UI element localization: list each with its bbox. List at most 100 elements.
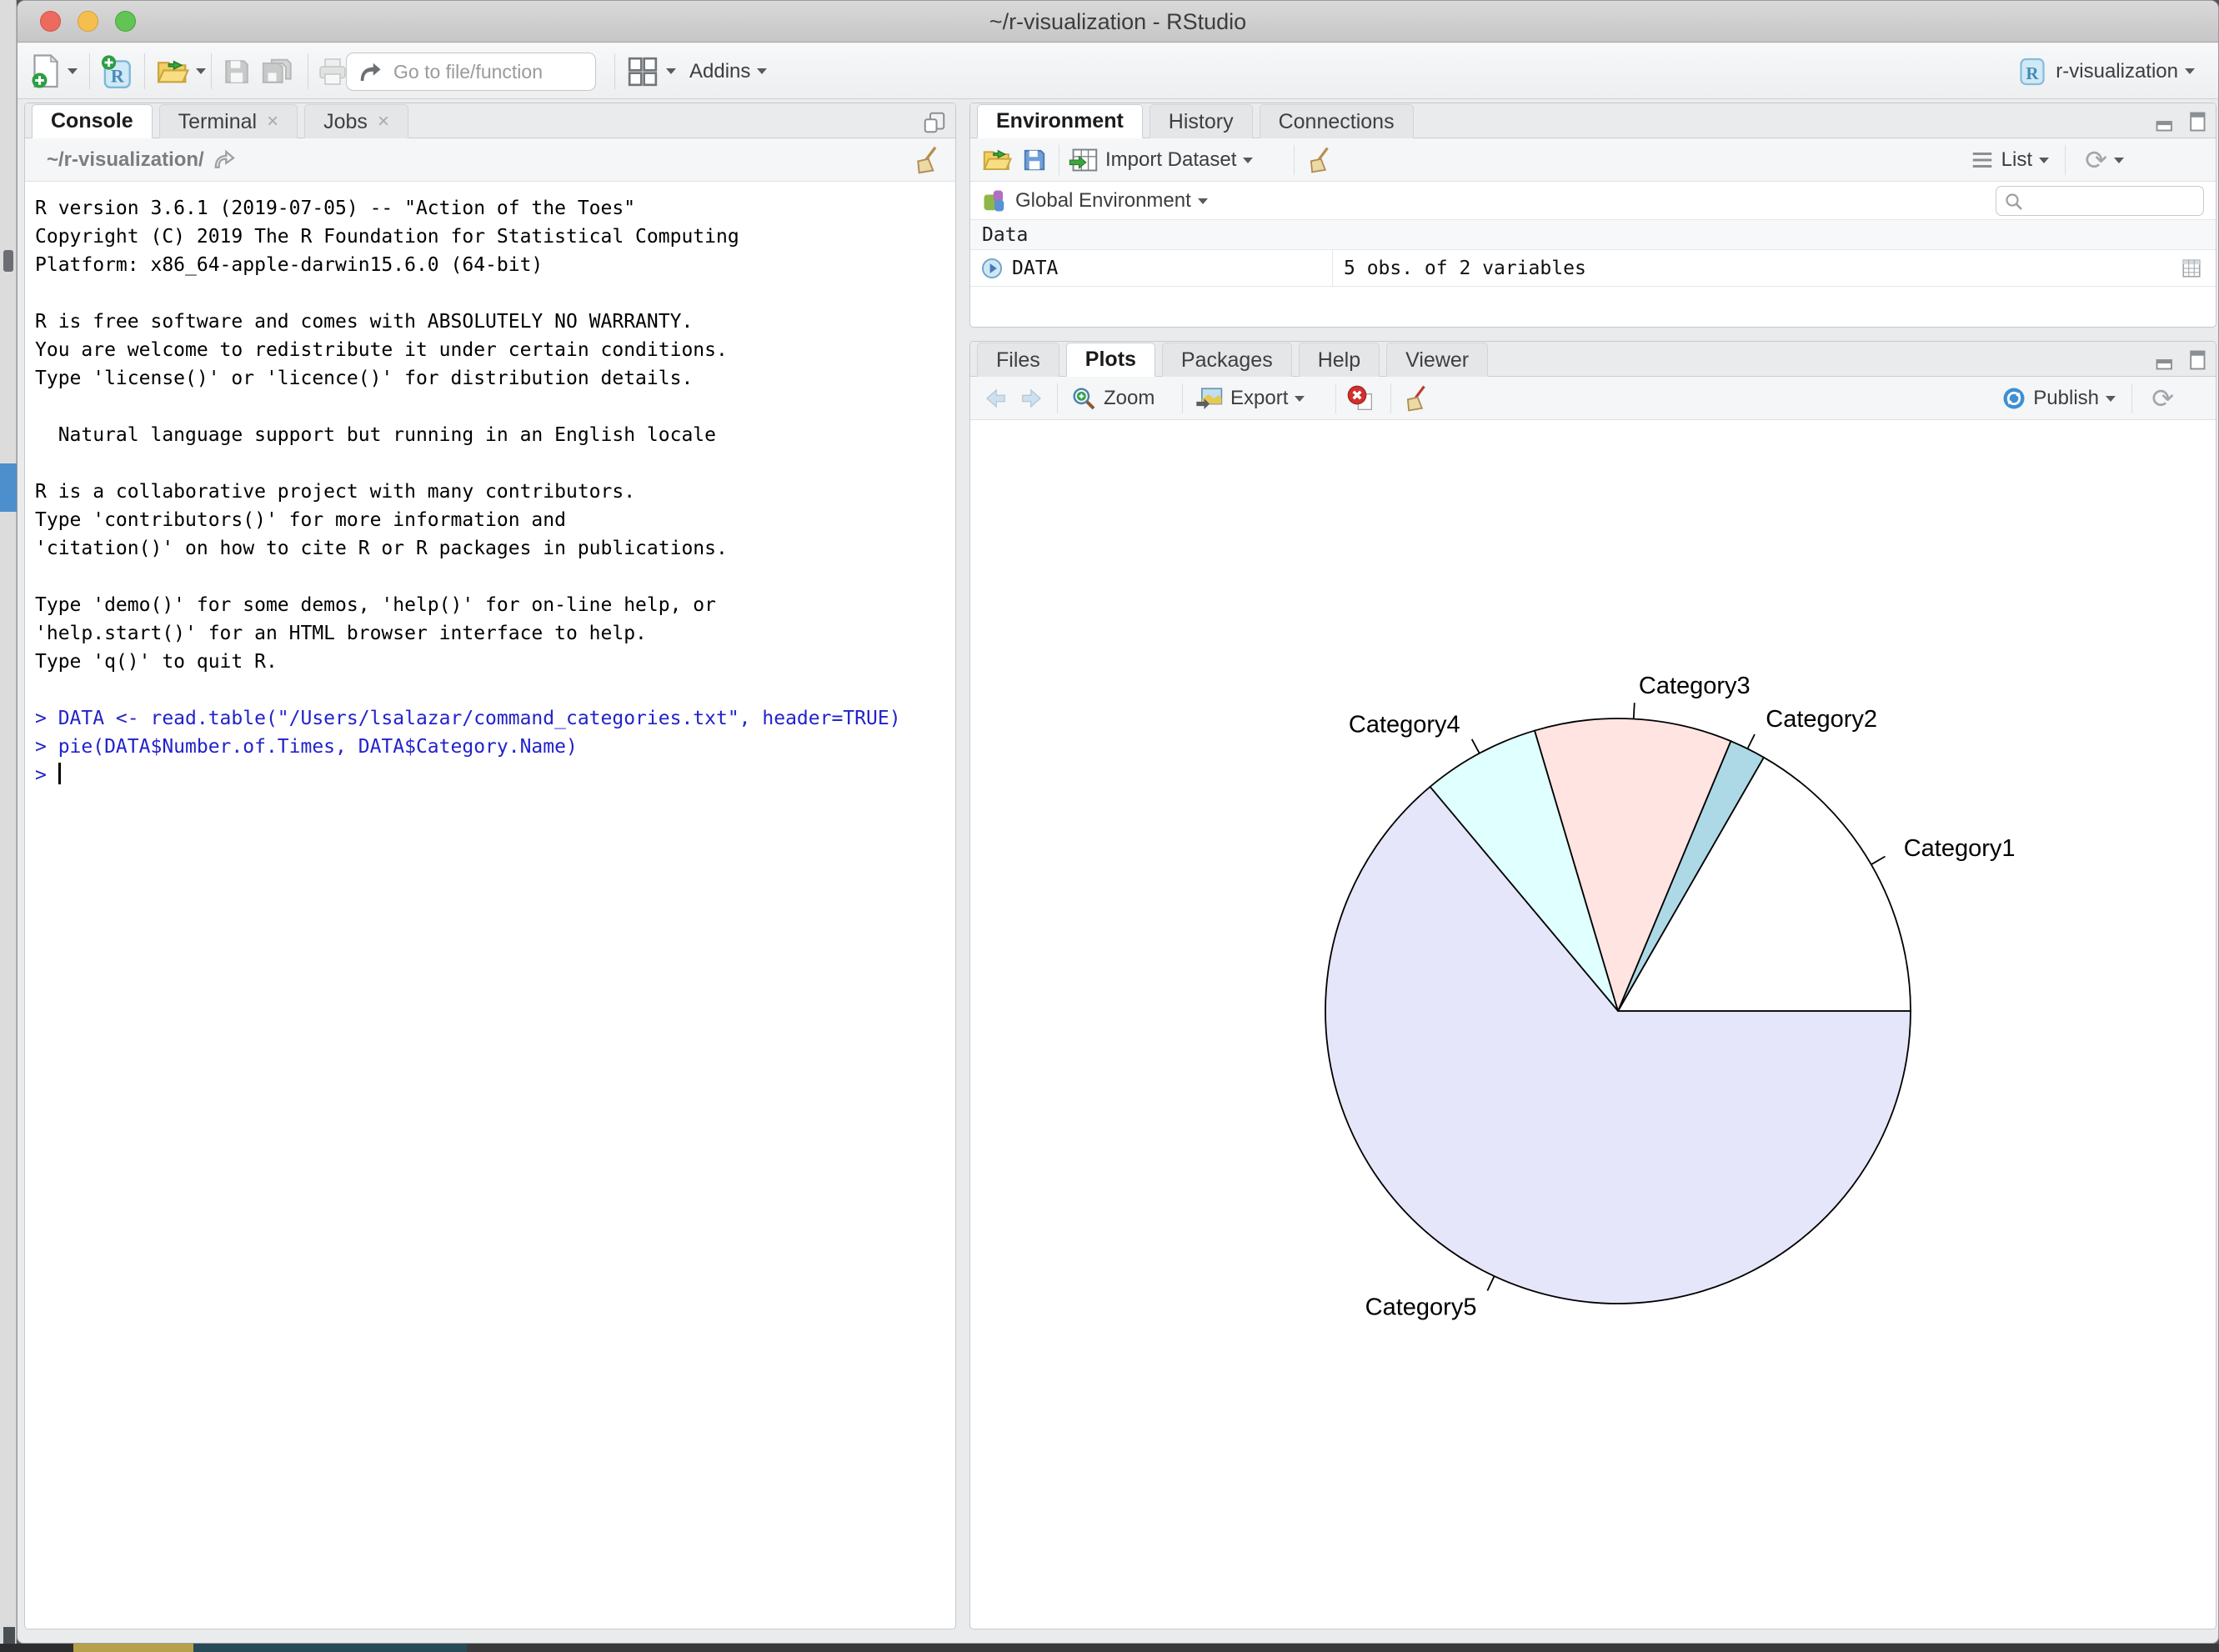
tab-viewer[interactable]: Viewer bbox=[1386, 343, 1488, 377]
expand-object-icon[interactable] bbox=[980, 257, 1004, 280]
project-menu-button[interactable]: R r-visualization bbox=[2017, 43, 2195, 99]
tab-history[interactable]: History bbox=[1150, 104, 1253, 138]
chevron-down-icon bbox=[2114, 158, 2124, 163]
goto-file-input[interactable] bbox=[346, 53, 596, 91]
console-prompt-line: > bbox=[35, 761, 955, 789]
broom-icon bbox=[1305, 146, 1332, 174]
close-icon[interactable]: × bbox=[267, 110, 278, 133]
save-icon bbox=[223, 57, 251, 87]
zoom-plot-button[interactable]: Zoom bbox=[1070, 377, 1155, 420]
rstudio-window: ~/r-visualization - RStudio R bbox=[17, 0, 2219, 1644]
open-file-button[interactable] bbox=[156, 43, 206, 99]
tab-plots[interactable]: Plots bbox=[1066, 343, 1155, 377]
previous-plot-button[interactable] bbox=[982, 377, 1009, 420]
save-all-button[interactable] bbox=[261, 43, 294, 99]
remove-plot-button[interactable] bbox=[1347, 377, 1374, 420]
view-table-button[interactable] bbox=[2181, 250, 2202, 287]
publish-icon bbox=[2001, 386, 2026, 411]
save-workspace-button[interactable] bbox=[1022, 138, 1047, 182]
console-command-line: > DATA <- read.table("/Users/lsalazar/co… bbox=[35, 704, 955, 733]
environment-search-input[interactable] bbox=[1996, 186, 2204, 216]
console-pane: Console Terminal × Jobs × bbox=[24, 103, 956, 1629]
console-output-line: Type 'contributors()' for more informati… bbox=[35, 506, 955, 534]
global-environment-icon bbox=[982, 188, 1007, 213]
plots-tabbar: Files Plots Packages Help Viewer bbox=[970, 342, 2216, 377]
tab-console[interactable]: Console bbox=[32, 104, 153, 138]
new-project-button[interactable]: R bbox=[99, 43, 134, 99]
environment-object-row[interactable]: DATA 5 obs. of 2 variables bbox=[970, 250, 2216, 287]
clear-environment-button[interactable] bbox=[1305, 138, 1332, 182]
tab-help[interactable]: Help bbox=[1299, 343, 1380, 377]
goto-file-search[interactable] bbox=[346, 53, 596, 91]
console-tabbar: Console Terminal × Jobs × bbox=[25, 103, 955, 138]
minimize-pane-icon[interactable] bbox=[2154, 348, 2177, 372]
maximize-pane-icon[interactable] bbox=[2184, 110, 2207, 133]
svg-text:R: R bbox=[111, 65, 125, 86]
pie-label: Category5 bbox=[1365, 1294, 1477, 1321]
desktop-strip bbox=[0, 1644, 2219, 1652]
save-button[interactable] bbox=[223, 43, 251, 99]
maximize-pane-icon[interactable] bbox=[2184, 348, 2207, 372]
console-output-line: You are welcome to redistribute it under… bbox=[35, 336, 955, 364]
clear-all-plots-button[interactable] bbox=[1402, 377, 1429, 420]
environment-search[interactable] bbox=[1996, 186, 2204, 216]
pie-label-tick bbox=[1747, 734, 1755, 748]
chevron-down-icon bbox=[1198, 198, 1208, 204]
scope-selector[interactable]: Global Environment bbox=[982, 182, 1208, 220]
publish-label: Publish bbox=[2033, 387, 2099, 410]
refresh-environment-button[interactable]: ⟳ bbox=[2085, 138, 2124, 182]
pie-label: Category2 bbox=[1766, 706, 1877, 733]
minimize-pane-icon[interactable] bbox=[2154, 110, 2177, 133]
console-output-line: Type 'license()' or 'licence()' for dist… bbox=[35, 364, 955, 393]
save-all-icon bbox=[261, 56, 294, 88]
print-button[interactable] bbox=[318, 43, 348, 99]
background-window-strip bbox=[0, 0, 17, 1644]
load-workspace-button[interactable] bbox=[982, 138, 1012, 182]
console-output-line: Type 'demo()' for some demos, 'help()' f… bbox=[35, 591, 955, 619]
plots-pane: Files Plots Packages Help Viewer bbox=[969, 341, 2216, 1629]
svg-text:R: R bbox=[2026, 63, 2040, 83]
import-dataset-icon bbox=[1069, 147, 1099, 173]
new-file-button[interactable] bbox=[31, 43, 78, 99]
panes-grid-icon bbox=[626, 55, 659, 88]
tab-packages[interactable]: Packages bbox=[1162, 343, 1292, 377]
tab-files[interactable]: Files bbox=[977, 343, 1059, 377]
publish-plot-button[interactable]: Publish bbox=[2001, 377, 2116, 420]
scope-label: Global Environment bbox=[1015, 189, 1191, 213]
chevron-down-icon bbox=[1295, 396, 1305, 402]
refresh-icon: ⟳ bbox=[2085, 147, 2107, 173]
console-output[interactable]: R version 3.6.1 (2019-07-05) -- "Action … bbox=[25, 183, 955, 1629]
pie-label-tick bbox=[1634, 703, 1635, 718]
tab-connections[interactable]: Connections bbox=[1260, 104, 1414, 138]
close-icon[interactable]: × bbox=[378, 110, 389, 133]
list-view-button[interactable]: List bbox=[1970, 138, 2049, 182]
chevron-down-icon bbox=[2106, 396, 2116, 402]
import-dataset-label: Import Dataset bbox=[1105, 148, 1236, 172]
object-name: DATA bbox=[1012, 258, 1058, 279]
forward-arrow-icon bbox=[1019, 386, 1045, 411]
tab-terminal[interactable]: Terminal × bbox=[159, 104, 298, 138]
import-dataset-button[interactable]: Import Dataset bbox=[1069, 138, 1253, 182]
console-output-line bbox=[35, 393, 955, 421]
search-icon bbox=[2004, 192, 2024, 212]
addins-label: Addins bbox=[689, 60, 750, 83]
screen: ~/r-visualization - RStudio R bbox=[0, 0, 2219, 1652]
goto-arrow-icon bbox=[358, 60, 383, 85]
refresh-plot-button[interactable]: ⟳ bbox=[2151, 377, 2174, 420]
panes-layout-button[interactable] bbox=[626, 43, 676, 99]
clear-console-button[interactable] bbox=[912, 138, 940, 182]
tab-environment[interactable]: Environment bbox=[977, 104, 1143, 138]
pie-chart-svg: Category1Category2Category3Category4Cate… bbox=[971, 421, 2205, 1626]
console-output-line: R version 3.6.1 (2019-07-05) -- "Action … bbox=[35, 194, 955, 223]
environment-toolbar: Import Dataset List bbox=[970, 138, 2216, 182]
tab-jobs[interactable]: Jobs × bbox=[304, 104, 408, 138]
remove-plot-icon bbox=[1347, 385, 1374, 412]
maximize-pane-icon[interactable] bbox=[922, 110, 947, 135]
goto-directory-icon[interactable] bbox=[213, 149, 238, 171]
addins-button[interactable]: Addins bbox=[689, 43, 767, 99]
list-icon bbox=[1970, 149, 1995, 171]
next-plot-button[interactable] bbox=[1019, 377, 1045, 420]
export-plot-button[interactable]: Export bbox=[1195, 377, 1305, 420]
plot-display-area: Category1Category2Category3Category4Cate… bbox=[971, 421, 2215, 1628]
chevron-down-icon bbox=[68, 68, 78, 74]
